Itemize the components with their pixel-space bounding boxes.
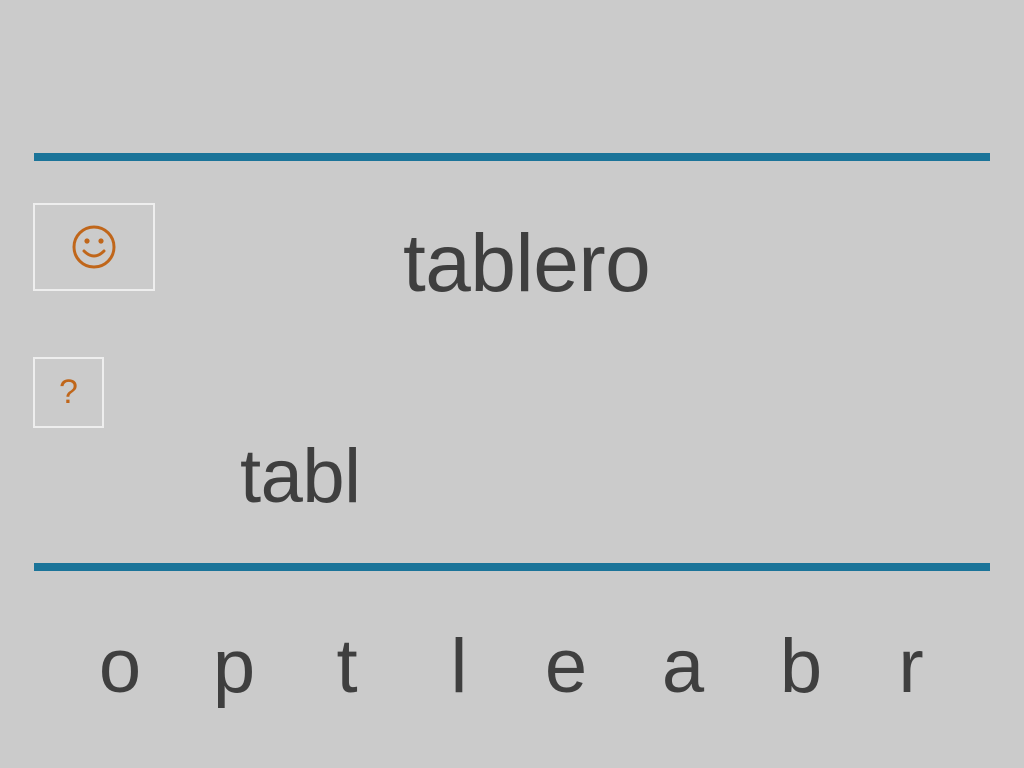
letter-tile[interactable]: o <box>85 622 155 712</box>
hint-button[interactable]: ? <box>33 357 104 428</box>
letter-tile[interactable]: t <box>312 622 382 712</box>
letter-tile[interactable]: b <box>766 622 836 712</box>
target-word: tablero <box>403 218 651 309</box>
top-divider-line <box>34 153 990 161</box>
smiley-face-icon <box>72 225 116 269</box>
letter-tile[interactable]: e <box>531 622 601 712</box>
answer-progress-word: tabl <box>240 434 361 519</box>
letter-tile[interactable]: p <box>199 622 269 712</box>
bottom-divider-line <box>34 563 990 571</box>
letter-tile[interactable]: r <box>876 622 946 712</box>
letter-tile[interactable]: l <box>424 622 494 712</box>
feedback-smiley-button[interactable] <box>33 203 155 291</box>
letter-tile[interactable]: a <box>648 622 718 712</box>
